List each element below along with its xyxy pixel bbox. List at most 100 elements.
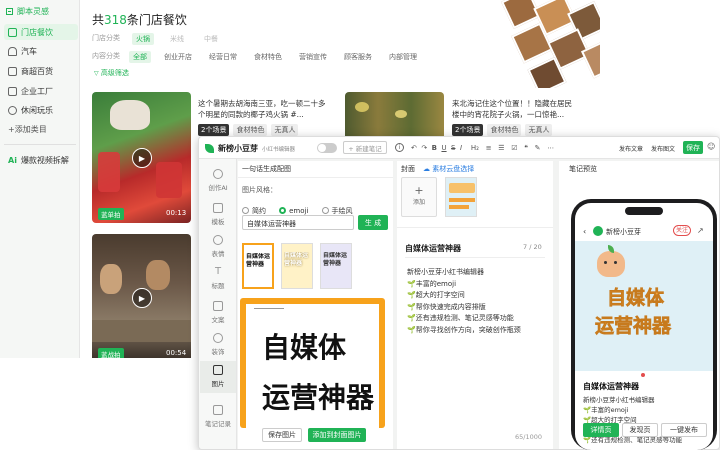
save-button[interactable]: 保存 <box>683 141 703 154</box>
style-radio-handdrawn[interactable]: 手绘风 <box>321 206 353 216</box>
style-radio-emoji[interactable]: emoji <box>279 207 308 215</box>
car-icon <box>8 46 17 56</box>
tool-title[interactable]: T 标题 <box>200 266 236 291</box>
follow-button[interactable]: 关注 <box>673 225 691 236</box>
preview-note-title: 自媒体运营神器 <box>583 382 639 391</box>
user-icon[interactable]: ☺ <box>707 142 715 151</box>
ai-icon: Ai <box>8 155 17 165</box>
tool-template[interactable]: 模板 <box>200 203 236 226</box>
generate-button[interactable]: 生 成 <box>358 215 388 230</box>
style-radio-simple[interactable]: 简约 <box>242 206 266 216</box>
advanced-filter-link[interactable]: ▽ 高级筛选 <box>94 68 129 78</box>
filter-chip-ingredients[interactable]: 食材特色 <box>250 51 286 63</box>
body-char-count: 65/1000 <box>515 433 543 441</box>
preview-mode-buttons: 详情页 发现页 一键发布 <box>583 423 709 437</box>
thumb-option-2[interactable]: 自媒体运营神器 <box>281 243 313 289</box>
publish-article-button[interactable]: 发布文章 <box>619 144 643 153</box>
publish-image-button[interactable]: 发布图文 <box>651 144 675 153</box>
play-icon[interactable]: ▶ <box>132 288 152 308</box>
tool-ai[interactable]: 创作AI <box>200 169 236 192</box>
add-to-cover-button[interactable]: 添加到封面图片 <box>308 428 366 442</box>
redo-icon[interactable]: ↷ <box>421 144 427 152</box>
checklist-icon[interactable]: ☑ <box>511 144 517 152</box>
paint-icon[interactable]: ✎ <box>535 144 541 152</box>
filter-chip-all[interactable]: 全部 <box>129 51 151 63</box>
quote-icon[interactable]: ❝ <box>524 144 528 152</box>
thumb-option-1[interactable]: 自媒体运营神器 <box>242 243 274 289</box>
video-thumbnail-coconut[interactable]: ▶ 蓝单拍 00:13 <box>92 92 191 223</box>
note-title-field[interactable]: 自媒体运营神器 <box>405 243 461 254</box>
cover-label: 封面 <box>401 165 415 173</box>
sidebar-item-factory[interactable]: 企业工厂 <box>4 83 78 99</box>
new-note-button[interactable]: + 新建笔记 <box>343 141 387 154</box>
tool-copy[interactable]: 文案 <box>200 301 236 324</box>
filter-chip-service[interactable]: 顾客服务 <box>340 51 376 63</box>
video-thumbnail-market[interactable]: ▶ 蓝战拍 00:54 <box>92 234 191 358</box>
material-library-link[interactable]: ☁ 素材云盘选择 <box>423 164 474 174</box>
cover-thumbnail[interactable] <box>445 177 477 217</box>
filter-chip-management[interactable]: 内部管理 <box>385 51 421 63</box>
divider <box>238 177 393 178</box>
sidebar-item-auto[interactable]: 汽车 <box>4 43 78 59</box>
factory-icon <box>8 86 17 96</box>
title-icon: T <box>214 266 222 277</box>
prompt-input[interactable]: 自媒体运营神器 <box>242 215 354 230</box>
radio-selected-icon <box>279 207 287 214</box>
minus-icon <box>6 8 13 15</box>
tool-rail: 创作AI 模板 表情 T 标题 文案 装饰 图片 笔记记录 <box>199 159 237 449</box>
filter-chip-daily[interactable]: 经营日常 <box>205 51 241 63</box>
filter-chip-noodle[interactable]: 米线 <box>166 33 188 45</box>
template-icon <box>213 203 223 213</box>
note-body-editor[interactable]: 新榜小豆芽小红书编辑器 🌱丰富的emoji 🌱超大的打字空间 🌱帮你快速完成内容… <box>407 267 521 336</box>
add-category-button[interactable]: +添加类目 <box>4 121 78 137</box>
filter-chip-marketing[interactable]: 营销宣传 <box>295 51 331 63</box>
one-click-publish-button[interactable]: 一键发布 <box>661 423 707 437</box>
video-thumbnail-courtyard[interactable] <box>345 92 444 136</box>
strikethrough-icon[interactable]: S <box>451 144 455 152</box>
game-icon <box>8 105 17 115</box>
list-icon[interactable]: ☰ <box>498 144 504 152</box>
bold-icon[interactable]: B <box>432 144 437 152</box>
carousel-dot <box>641 373 645 377</box>
mode-toggle[interactable] <box>317 143 337 153</box>
filter-chip-hotpot[interactable]: 火锅 <box>132 33 154 45</box>
preview-cover-image: 自媒体 运营神器 <box>575 241 713 371</box>
cover-title-line2: 运营神器 <box>595 315 672 338</box>
discover-page-button[interactable]: 发现页 <box>622 423 658 437</box>
filter-chip-startup[interactable]: 创业开店 <box>160 51 196 63</box>
underline-icon[interactable]: U <box>441 144 446 152</box>
undo-icon[interactable]: ↶ <box>411 144 417 152</box>
tool-notes[interactable]: 笔记记录 <box>200 405 236 428</box>
sidebar-item-restaurant[interactable]: 门店餐饮 <box>4 24 78 40</box>
tool-emoji[interactable]: 表情 <box>200 235 236 258</box>
info-icon[interactable]: i <box>395 143 404 152</box>
detail-page-button[interactable]: 详情页 <box>583 423 619 437</box>
card-tags: 2个场景 食材特色 无真人 <box>198 124 299 136</box>
thumb-option-3[interactable]: 自媒体运营神器 <box>320 243 352 289</box>
heading-select[interactable]: H₂ <box>471 144 479 152</box>
smile-icon <box>213 235 223 245</box>
align-icon[interactable]: ≡ <box>486 144 492 152</box>
generated-image-preview: 自媒体 运营神器 <box>240 298 385 428</box>
filter-chip-chinese[interactable]: 中餐 <box>200 33 222 45</box>
add-cover-button[interactable]: + 添加 <box>401 177 437 217</box>
back-icon[interactable]: ‹ <box>583 227 586 236</box>
divider <box>397 227 553 228</box>
preview-body: 新榜小豆芽小红书编辑器 🌱丰富的emoji 🌱超大的打字空间 🌱还有违规检测、笔… <box>583 396 683 444</box>
radio-icon <box>242 207 249 214</box>
tool-image[interactable]: 图片 <box>200 361 236 393</box>
tool-decoration[interactable]: 装饰 <box>200 333 236 356</box>
sidebar-item-leisure[interactable]: 休闲玩乐 <box>4 102 78 118</box>
more-icon[interactable]: ⋯ <box>547 144 554 152</box>
page-title: 共318条门店餐饮 <box>92 13 187 27</box>
viral-video-analysis-link[interactable]: Ai 爆款视频拆解 <box>4 152 78 168</box>
content-type-filter: 内容分类 全部 创业开店 经营日常 食材特色 营销宣传 顾客服务 内部管理 <box>92 51 421 63</box>
cover-title-line1: 自媒体 <box>607 287 665 310</box>
phone-screen: ‹ 新榜小豆芽 关注 ↗ 自媒体 运营神器 自媒体运营神器 新榜小豆芽小红书编辑… <box>575 203 713 450</box>
sidebar-item-retail[interactable]: 商超百货 <box>4 63 78 79</box>
share-icon[interactable]: ↗ <box>697 226 704 235</box>
play-icon[interactable]: ▶ <box>132 148 152 168</box>
italic-icon[interactable]: I <box>460 144 462 152</box>
save-image-button[interactable]: 保存图片 <box>262 428 302 442</box>
format-toolbar: ↶ ↷ B U S I H₂ ≡ ☰ ☑ ❝ ✎ ⋯ <box>411 144 554 152</box>
